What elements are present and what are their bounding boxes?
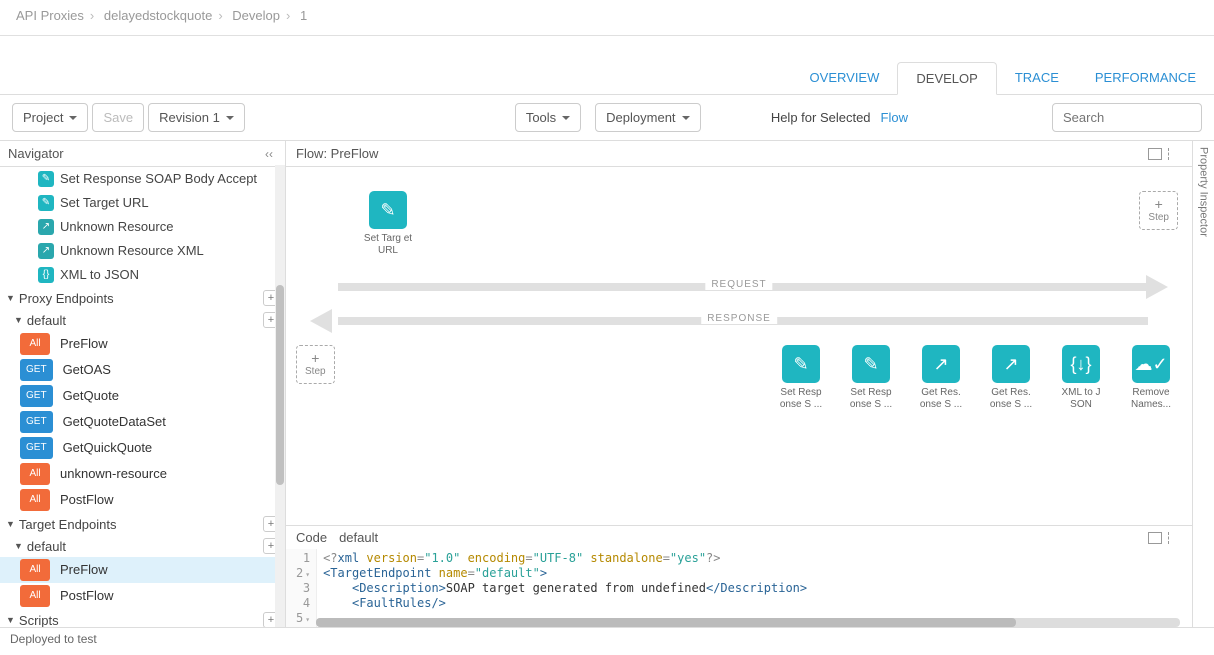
policy-item[interactable]: ↗Unknown Resource	[0, 215, 285, 239]
policy-step[interactable]: ↗Get Res. onse S ...	[984, 345, 1038, 411]
search-input[interactable]	[1052, 103, 1202, 132]
save-button[interactable]: Save	[92, 103, 144, 132]
breadcrumb: API Proxies› delayedstockquote› Develop›…	[0, 0, 1214, 36]
scrollbar[interactable]	[275, 165, 285, 627]
method-badge: All	[20, 489, 50, 511]
method-badge: All	[20, 559, 50, 581]
revision-dropdown[interactable]: Revision 1	[148, 103, 245, 132]
navigator-panel: Navigator ‹‹ ✎Set Response SOAP Body Acc…	[0, 141, 286, 627]
flow-item[interactable]: GETGetQuoteDataSet	[0, 409, 285, 435]
arrow-left-icon	[298, 309, 332, 333]
crumb: 1	[300, 8, 307, 23]
code-endpoint-label: default	[339, 530, 378, 545]
layout-icon[interactable]	[1148, 148, 1162, 160]
method-badge: GET	[20, 437, 53, 459]
policy-icon: ✎	[38, 171, 54, 187]
arrow-right-icon	[1146, 275, 1180, 299]
toolbar: Project Save Revision 1 Tools Deployment…	[0, 95, 1214, 140]
tab-trace[interactable]: TRACE	[997, 62, 1077, 94]
collapse-navigator-icon[interactable]: ‹‹	[261, 147, 277, 161]
layout-icon[interactable]	[1148, 532, 1162, 544]
tools-dropdown[interactable]: Tools	[515, 103, 581, 132]
policy-step[interactable]: ✎Set Resp onse S ...	[774, 345, 828, 411]
scripts-section[interactable]: ▼ Scripts +	[0, 609, 285, 627]
policy-item[interactable]: ✎Set Response SOAP Body Accept	[0, 167, 285, 191]
policy-item[interactable]: ✎Set Target URL	[0, 191, 285, 215]
navigator-title: Navigator	[8, 146, 64, 161]
add-request-step-button[interactable]: + Step	[1139, 191, 1178, 230]
policy-icon: ↗	[922, 345, 960, 383]
policy-icon: ☁✓	[1132, 345, 1170, 383]
tab-performance[interactable]: PERFORMANCE	[1077, 62, 1214, 94]
property-inspector-label: Property Inspector	[1198, 141, 1210, 237]
horizontal-scrollbar[interactable]	[316, 618, 1180, 627]
caret-down-icon: ▼	[14, 315, 23, 325]
flow-canvas: ✎ Set Targ et URL + Step REQUEST RESPONS…	[286, 167, 1192, 525]
policy-step[interactable]: {↓}XML to J SON	[1054, 345, 1108, 411]
crumb[interactable]: Develop	[232, 8, 280, 23]
caret-down-icon: ▼	[6, 519, 15, 529]
plus-icon: +	[1155, 198, 1163, 210]
crumb[interactable]: API Proxies	[16, 8, 84, 23]
policy-step[interactable]: ↗Get Res. onse S ...	[914, 345, 968, 411]
method-badge: All	[20, 333, 50, 355]
deployment-dropdown[interactable]: Deployment	[595, 103, 700, 132]
method-badge: GET	[20, 411, 53, 433]
tabs: OVERVIEW DEVELOP TRACE PERFORMANCE	[0, 36, 1214, 95]
status-bar: Deployed to test	[0, 627, 1214, 650]
code-editor[interactable]: 12345 <?xml version="1.0" encoding="UTF-…	[286, 549, 1192, 627]
flow-item[interactable]: GETGetOAS	[0, 357, 285, 383]
help-link[interactable]: Flow	[881, 110, 908, 125]
help-label: Help for Selected	[771, 110, 871, 125]
caret-down-icon: ▼	[6, 293, 15, 303]
method-badge: All	[20, 463, 50, 485]
policy-item[interactable]: ↗Unknown Resource XML	[0, 239, 285, 263]
policy-icon: ↗	[38, 243, 54, 259]
caret-down-icon: ▼	[6, 615, 15, 625]
policy-icon: ↗	[992, 345, 1030, 383]
method-badge: GET	[20, 385, 53, 407]
crumb[interactable]: delayedstockquote	[104, 8, 212, 23]
flow-item[interactable]: AllPostFlow	[0, 583, 285, 609]
proxy-endpoints-section[interactable]: ▼ Proxy Endpoints +	[0, 287, 285, 309]
request-label: REQUEST	[705, 279, 772, 290]
flow-item[interactable]: AllPreFlow	[0, 331, 285, 357]
expand-icon[interactable]	[1168, 148, 1182, 160]
flow-item[interactable]: GETGetQuickQuote	[0, 435, 285, 461]
policy-icon: ↗	[38, 219, 54, 235]
property-inspector-panel[interactable]: Property Inspector	[1192, 141, 1214, 627]
policy-step[interactable]: ✎Set Resp onse S ...	[844, 345, 898, 411]
scroll-thumb[interactable]	[316, 618, 1016, 627]
project-dropdown[interactable]: Project	[12, 103, 88, 132]
target-default[interactable]: ▼ default +	[0, 535, 285, 557]
policy-icon: ✎	[852, 345, 890, 383]
code-tab[interactable]: Code	[296, 530, 327, 545]
add-response-step-button[interactable]: + Step	[296, 345, 335, 384]
pencil-icon: ✎	[369, 191, 407, 229]
response-label: RESPONSE	[701, 313, 777, 324]
flow-item[interactable]: Allunknown-resource	[0, 461, 285, 487]
policy-set-target-url[interactable]: ✎ Set Targ et URL	[361, 191, 415, 257]
flow-item[interactable]: AllPreFlow	[0, 557, 285, 583]
policy-item[interactable]: {}XML to JSON	[0, 263, 285, 287]
flow-title: Flow: PreFlow	[296, 146, 378, 161]
method-badge: GET	[20, 359, 53, 381]
policy-icon: {}	[38, 267, 54, 283]
policy-step[interactable]: ☁✓Remove Names...	[1124, 345, 1178, 411]
caret-down-icon: ▼	[14, 541, 23, 551]
policy-icon: ✎	[38, 195, 54, 211]
policy-icon: {↓}	[1062, 345, 1100, 383]
tab-overview[interactable]: OVERVIEW	[792, 62, 898, 94]
proxy-default[interactable]: ▼ default +	[0, 309, 285, 331]
tab-develop[interactable]: DEVELOP	[897, 62, 996, 95]
target-endpoints-section[interactable]: ▼ Target Endpoints +	[0, 513, 285, 535]
flow-item[interactable]: GETGetQuote	[0, 383, 285, 409]
expand-icon[interactable]	[1168, 532, 1182, 544]
plus-icon: +	[311, 352, 319, 364]
policy-icon: ✎	[782, 345, 820, 383]
flow-item[interactable]: AllPostFlow	[0, 487, 285, 513]
scroll-thumb[interactable]	[276, 285, 284, 485]
method-badge: All	[20, 585, 50, 607]
